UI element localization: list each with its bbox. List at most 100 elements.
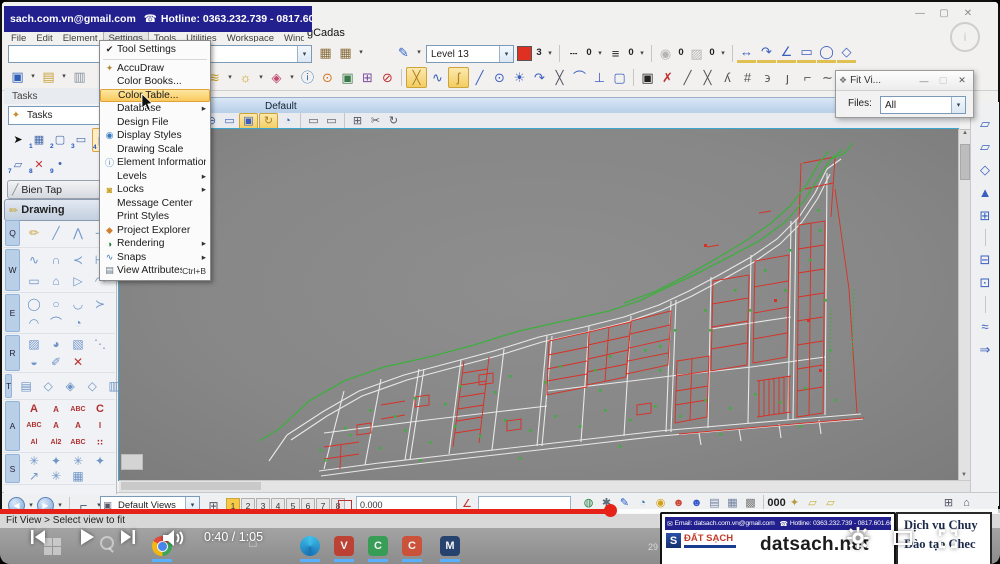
assoc-lock-icon[interactable]: ϶ [758, 68, 777, 87]
key-in-dropdown-icon[interactable]: ▾ [297, 46, 311, 62]
drawing-tool-icon[interactable]: ✳ [68, 455, 88, 468]
drawing-tool-icon[interactable]: A [24, 403, 44, 416]
menu-edit[interactable]: Edit [31, 32, 57, 42]
menu-item-rendering[interactable]: ◑Rendering▸ [100, 237, 210, 251]
next-video-button[interactable] [118, 527, 138, 547]
volume-icon[interactable] [160, 528, 188, 548]
measure-distance-icon[interactable]: ↔ [737, 43, 756, 63]
drawing-tool-icon[interactable]: ≺ [68, 253, 88, 266]
menu-item-drawing-scale[interactable]: Drawing Scale [100, 143, 210, 157]
miniplayer-icon[interactable] [893, 530, 913, 546]
menu-item-database[interactable]: Database▸ [100, 102, 210, 116]
menu-item-project-explorer[interactable]: ◆Project Explorer [100, 224, 210, 238]
drawing-tool-icon[interactable]: ▤ [16, 380, 36, 393]
construct-x-icon[interactable]: ╳ [698, 68, 717, 87]
line-weight-dd-icon[interactable]: ▾ [637, 44, 647, 63]
copy-element-icon[interactable]: ▱ [976, 114, 995, 133]
menu-item-view-attributes[interactable]: ▤View AttributesCtrl+B [100, 264, 210, 278]
drawing-tool-icon[interactable]: ∿ [24, 253, 44, 266]
menu-workspace[interactable]: Workspace [222, 32, 279, 42]
active-level-combo[interactable]: Level 13▾ [426, 45, 514, 63]
active-color-swatch[interactable] [517, 46, 532, 61]
snap-keypoint-icon[interactable]: ʃ [448, 67, 469, 88]
transparency-dd-icon[interactable]: ▾ [718, 44, 728, 63]
drawing-tool-icon[interactable]: Al2 [46, 436, 66, 449]
menu-file[interactable]: File [6, 32, 31, 42]
drawing-tool-icon[interactable]: ◇ [38, 380, 58, 393]
grid-lock-icon[interactable]: # [738, 68, 757, 87]
drawing-tool-icon[interactable]: A [68, 419, 88, 432]
update-view-icon[interactable]: ↻ [385, 114, 402, 129]
extend-element-icon[interactable]: ⇒ [976, 340, 995, 359]
row-tab-A[interactable]: A [5, 401, 20, 451]
drawing-tool-icon[interactable]: ∷ [90, 436, 110, 449]
drawing-tool-icon[interactable]: A [46, 419, 66, 432]
drawing-tool-icon[interactable]: ◯ [24, 297, 44, 310]
menu-item-display-styles[interactable]: ◉Display Styles [100, 129, 210, 143]
element-template-icon[interactable]: ✎ [394, 43, 413, 62]
drawing-tool-icon[interactable]: ⋱ [90, 338, 110, 351]
menu-item-color-books[interactable]: Color Books... [100, 75, 210, 89]
drawing-tool-icon[interactable]: ⋀ [68, 227, 88, 240]
angle-lock-icon[interactable]: ⌐ [798, 68, 817, 87]
menu-item-locks[interactable]: ◙Locks▸ [100, 183, 210, 197]
snap-intersection-icon[interactable]: ╳ [550, 68, 569, 87]
files-combo[interactable]: All ▾ [880, 96, 966, 114]
drawing-tool-icon[interactable]: ABC [68, 403, 88, 416]
drawing-tool-icon[interactable]: C [90, 403, 110, 416]
mirror-element-icon[interactable]: ▲ [976, 183, 995, 202]
copy-view-icon[interactable]: ⊞ [349, 114, 366, 129]
clip-volume-icon[interactable]: ✂ [367, 114, 384, 129]
drawing-tool-icon[interactable]: ABC [24, 419, 44, 432]
row-tab-T[interactable]: T [5, 374, 12, 398]
task-tool-2[interactable]: ▢2 [50, 128, 70, 150]
curve-lock-icon[interactable]: ȷ [778, 68, 797, 87]
models-dd-icon[interactable]: ▾ [59, 67, 69, 86]
modify-curve-icon[interactable]: ≈ [976, 317, 995, 336]
menu-item-design-file[interactable]: Design File [100, 116, 210, 130]
flashlight-icon[interactable]: ☼ [236, 68, 255, 87]
line-weight-value-icon[interactable]: 0 [626, 44, 636, 63]
menu-gcadas[interactable]: gCadas [307, 27, 345, 39]
align-element-icon[interactable]: ⊟ [976, 250, 995, 269]
menu-item-tool-settings[interactable]: ✔Tool Settings [100, 43, 210, 57]
snap-center-icon[interactable]: ⊙ [490, 68, 509, 87]
pan-view-icon[interactable]: ◔ [279, 114, 296, 129]
drawing-tool-icon[interactable]: ↗ [24, 469, 44, 482]
drawing-tool-icon[interactable]: Al [24, 436, 44, 449]
app-c-red-icon[interactable]: C [402, 536, 422, 556]
snap-midpoint-icon[interactable]: ╱ [470, 68, 489, 87]
construct-line-icon[interactable]: ╱ [678, 68, 697, 87]
fullscreen-icon[interactable] [938, 529, 958, 549]
element-information-icon[interactable]: ⓘ [298, 68, 317, 87]
transparency-value-icon[interactable]: 0 [707, 44, 717, 63]
drawing-tool-icon[interactable]: ≻ [90, 297, 110, 310]
drawing-tool-icon[interactable]: ▭ [24, 274, 44, 287]
fence-mode-icon[interactable]: ▦ [336, 43, 355, 62]
drawing-tool-icon[interactable]: ▧ [68, 338, 88, 351]
fit-minimize-button[interactable]: — [916, 76, 932, 86]
rotate-view-icon[interactable]: ↻ [259, 113, 278, 130]
files-dropdown-icon[interactable]: ▾ [951, 97, 965, 113]
drawing-tool-icon[interactable]: ▦ [68, 469, 88, 482]
drawing-tool-icon[interactable]: ▥ [104, 380, 124, 393]
snap-tangent-icon[interactable]: ↷ [530, 68, 549, 87]
previous-video-button[interactable] [28, 527, 48, 547]
line-weight-icon[interactable]: ≡ [606, 44, 625, 63]
task-tool-1[interactable]: ▦1 [29, 128, 49, 150]
snap-toggle-icon[interactable]: ╳ [406, 67, 427, 88]
fit-dialog-title-bar[interactable]: ❖ Fit Vi... — ▢ ✕ [836, 71, 973, 91]
view-groups-dd-icon[interactable]: ▾ [28, 67, 38, 86]
row-tab-S[interactable]: S [5, 454, 20, 483]
settings-gear-icon[interactable] [846, 526, 870, 550]
element-selection[interactable]: ➤ [8, 128, 28, 150]
horizontal-scroll-thumb[interactable] [121, 482, 261, 490]
clear-fence-icon[interactable]: ✗ [658, 68, 677, 87]
move-element-icon[interactable]: ▱ [976, 137, 995, 156]
fit-view-icon[interactable]: ▣ [239, 113, 258, 130]
color-dd-icon[interactable]: ▾ [545, 44, 555, 63]
row-tab-E[interactable]: E [5, 294, 20, 332]
class-icon[interactable]: ◉ [656, 44, 675, 63]
fit-close-button[interactable]: ✕ [954, 75, 970, 86]
stretch-element-icon[interactable]: ⊡ [976, 273, 995, 292]
